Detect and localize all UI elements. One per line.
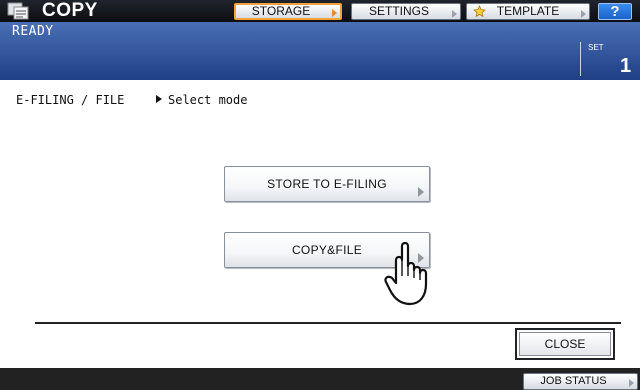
pointing-hand-icon — [384, 241, 428, 306]
store-to-efiling-label: STORE TO E-FILING — [267, 177, 387, 191]
tab-template[interactable]: TEMPLATE — [466, 3, 590, 20]
triangle-right-icon — [156, 95, 162, 103]
app-title: COPY — [42, 0, 98, 21]
set-label: SET — [588, 43, 604, 52]
tab-settings[interactable]: SETTINGS — [351, 3, 461, 20]
status-message: READY — [12, 24, 54, 39]
arrow-right-icon — [629, 379, 634, 387]
arrow-right-icon — [418, 187, 424, 197]
arrow-right-icon — [581, 10, 586, 18]
status-bar — [0, 22, 640, 80]
close-label: CLOSE — [519, 332, 611, 356]
arrow-right-icon — [452, 10, 457, 18]
job-status-label: JOB STATUS — [540, 375, 607, 387]
star-icon — [473, 5, 486, 18]
breadcrumb-path: E-FILING / FILE — [16, 93, 125, 107]
set-count: 1 — [620, 55, 632, 77]
tab-storage[interactable]: STORAGE — [234, 3, 342, 20]
tab-storage-label: STORAGE — [251, 4, 311, 18]
divider — [35, 322, 621, 324]
set-divider — [580, 42, 581, 76]
breadcrumb-instruction: Select mode — [168, 93, 248, 107]
help-button[interactable]: ? — [598, 3, 632, 20]
tab-settings-label: SETTINGS — [368, 4, 429, 18]
copier-icon — [7, 2, 29, 20]
close-button[interactable]: CLOSE — [515, 328, 615, 360]
job-status-button[interactable]: JOB STATUS — [523, 373, 638, 390]
store-to-efiling-button[interactable]: STORE TO E-FILING — [224, 166, 430, 202]
arrow-right-icon — [332, 9, 337, 17]
breadcrumb: E-FILING / FILE Select mode — [16, 93, 247, 107]
